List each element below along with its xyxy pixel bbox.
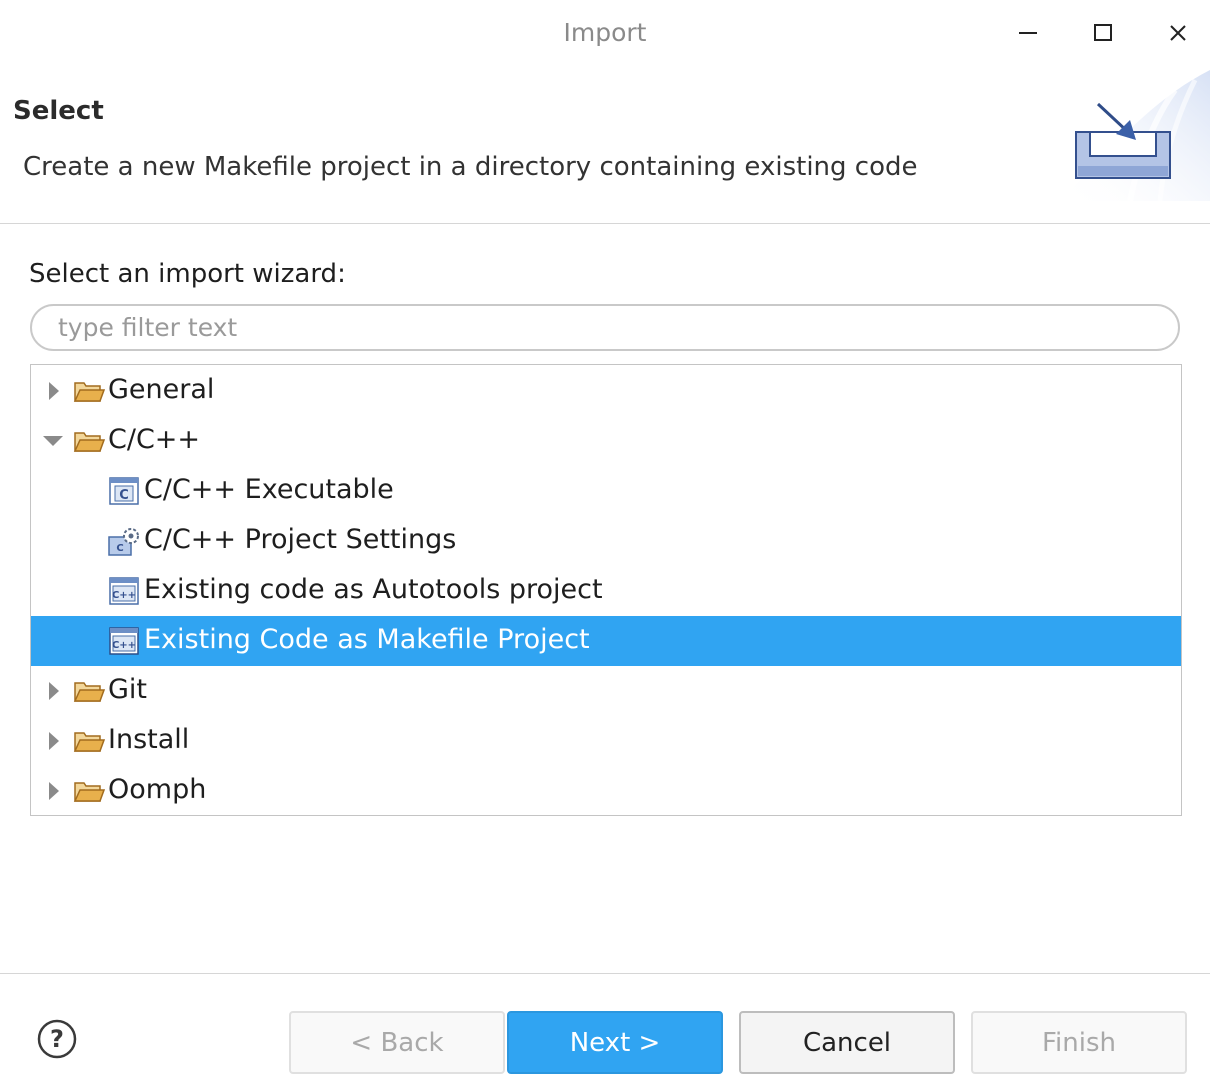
folder-icon: [73, 427, 106, 455]
wizard-list-label: Select an import wizard:: [29, 259, 346, 289]
svg-text:C++: C++: [112, 640, 136, 651]
expand-arrow-icon[interactable]: [45, 779, 65, 803]
wizard-header: Select Create a new Makefile project in …: [0, 70, 1210, 223]
cpp-project-icon: C++: [109, 627, 141, 655]
minimize-icon[interactable]: [1014, 20, 1042, 48]
folder-icon: [73, 777, 106, 805]
tree-item-makefile-project[interactable]: C++ Existing Code as Makefile Project: [31, 616, 1181, 666]
tree-item-label: C/C++: [108, 424, 201, 455]
folder-icon: [73, 727, 106, 755]
page-title: Select: [13, 96, 104, 126]
tree-item-label: General: [108, 374, 215, 405]
filter-input[interactable]: [30, 304, 1180, 351]
c-file-icon: C: [109, 477, 141, 505]
tree-item-cpp-executable[interactable]: C C/C++ Executable: [31, 466, 1181, 516]
collapse-arrow-icon[interactable]: [41, 429, 63, 453]
tree-item-label: Existing Code as Makefile Project: [144, 624, 590, 655]
tree-item-label: Oomph: [108, 774, 207, 805]
tree-item-label: Install: [108, 724, 190, 755]
expand-arrow-icon[interactable]: [45, 679, 65, 703]
cpp-project-icon: C++: [109, 577, 141, 605]
tree-item-oomph[interactable]: Oomph: [31, 766, 1181, 815]
maximize-icon[interactable]: [1089, 20, 1117, 48]
next-button[interactable]: Next >: [507, 1011, 723, 1074]
back-button[interactable]: < Back: [289, 1011, 505, 1074]
expand-arrow-icon[interactable]: [45, 379, 65, 403]
tree-item-autotools-project[interactable]: C++ Existing code as Autotools project: [31, 566, 1181, 616]
expand-arrow-icon[interactable]: [45, 729, 65, 753]
svg-text:?: ?: [50, 1025, 64, 1053]
tree-item-git[interactable]: Git: [31, 666, 1181, 716]
close-icon[interactable]: [1164, 20, 1192, 48]
project-settings-icon: C: [107, 527, 139, 556]
folder-icon: [73, 377, 106, 405]
tree-item-label: Git: [108, 674, 148, 705]
footer-separator: [0, 973, 1210, 974]
svg-text:C: C: [119, 488, 129, 503]
title-bar: Import: [0, 0, 1210, 70]
wizard-tree[interactable]: General C/C++ C C/C++ Executable C C/C++…: [30, 364, 1182, 816]
tree-item-install[interactable]: Install: [31, 716, 1181, 766]
header-separator: [0, 223, 1210, 224]
import-wizard-icon: [1060, 70, 1210, 202]
help-icon[interactable]: ?: [37, 1019, 77, 1059]
svg-text:C++: C++: [112, 590, 136, 601]
page-description: Create a new Makefile project in a direc…: [23, 152, 918, 182]
finish-button[interactable]: Finish: [971, 1011, 1187, 1074]
tree-item-label: C/C++ Project Settings: [144, 524, 457, 555]
tree-item-label: Existing code as Autotools project: [144, 574, 603, 605]
folder-icon: [73, 677, 106, 705]
tree-item-general[interactable]: General: [31, 366, 1181, 416]
tree-item-label: C/C++ Executable: [144, 474, 394, 505]
cancel-button[interactable]: Cancel: [739, 1011, 955, 1074]
tree-item-cpp-project-settings[interactable]: C C/C++ Project Settings: [31, 516, 1181, 566]
tree-item-cpp[interactable]: C/C++: [31, 416, 1181, 466]
svg-text:C: C: [116, 543, 123, 554]
